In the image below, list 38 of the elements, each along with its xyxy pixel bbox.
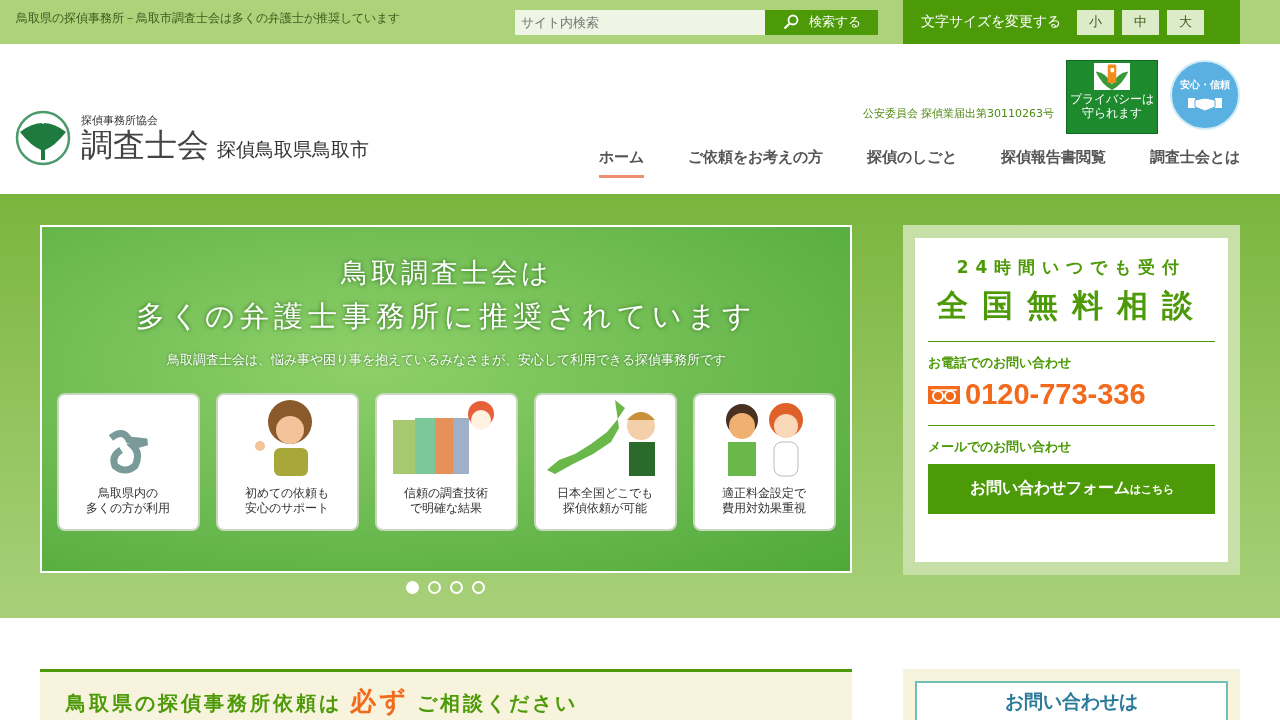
- font-size-label: 文字サイズを変更する: [921, 13, 1061, 31]
- site-tagline: 鳥取県の探偵事務所－鳥取市調査士会は多くの弁護士が推奨しています: [16, 9, 401, 27]
- privacy-badge: プライバシーは守られます: [1066, 60, 1158, 134]
- search-button[interactable]: 検索する: [765, 9, 878, 35]
- phone-label: お電話でのお問い合わせ: [928, 354, 1072, 372]
- consult-hours: 24時間いつでも受付: [955, 256, 1188, 279]
- contact-form-button[interactable]: お問い合わせフォームはこちら: [928, 464, 1215, 514]
- logo-name: 調査士会: [81, 127, 209, 164]
- carousel-dot[interactable]: [428, 581, 441, 594]
- mail-label: メールでのお問い合わせ: [928, 438, 1072, 456]
- banner-title: 鳥取調査士会は: [340, 256, 552, 290]
- search-icon: [782, 14, 799, 30]
- feature-caption: 鳥取県内の 多くの方が利用: [86, 485, 170, 517]
- feature-caption: 適正料金設定で 費用対効果重視: [722, 485, 806, 517]
- search-field[interactable]: サイト内検索: [515, 9, 765, 35]
- banner-title: 多くの弁護士事務所に推奨されています: [135, 298, 757, 335]
- font-size-button[interactable]: 小: [1077, 9, 1114, 35]
- logo-region: 探偵鳥取県鳥取市: [217, 136, 369, 162]
- feature-caption: 初めての依頼も 安心のサポート: [245, 485, 329, 517]
- free-dial-icon: [928, 385, 960, 404]
- nav-tab[interactable]: 調査士会とは: [1150, 144, 1240, 178]
- safety-badge: 安心・信頼: [1170, 60, 1240, 130]
- nav-tab[interactable]: ホーム: [599, 144, 644, 178]
- banner-subtitle: 鳥取調査士会は、悩み事や困り事を抱えているみなさまが、安心して利用できる探偵事務所です: [166, 351, 726, 369]
- nav-tab[interactable]: 探偵のしごと: [867, 144, 957, 178]
- feature-caption: 信頼の調査技術 で明確な結果: [404, 485, 488, 517]
- logo-subtitle: 探偵事務所協会: [81, 112, 159, 128]
- feature-caption: 日本全国どこでも 探偵依頼が可能: [557, 485, 653, 517]
- font-size-button[interactable]: 中: [1122, 9, 1159, 35]
- font-size-button[interactable]: 大: [1167, 9, 1204, 35]
- nav-tab[interactable]: ご依頼をお考えの方: [688, 144, 823, 178]
- side-heading: お問い合わせは: [1005, 690, 1138, 712]
- license-number: 公安委員会 探偵業届出第30110263号: [862, 106, 1054, 121]
- consult-heading: 全国無料相談: [935, 286, 1208, 325]
- carousel-dot[interactable]: [472, 581, 485, 594]
- ginkgo-leaf-logo-icon: [15, 110, 71, 166]
- carousel-dot[interactable]: [450, 581, 463, 594]
- nav-tab[interactable]: 探偵報告書閲覧: [1001, 144, 1106, 178]
